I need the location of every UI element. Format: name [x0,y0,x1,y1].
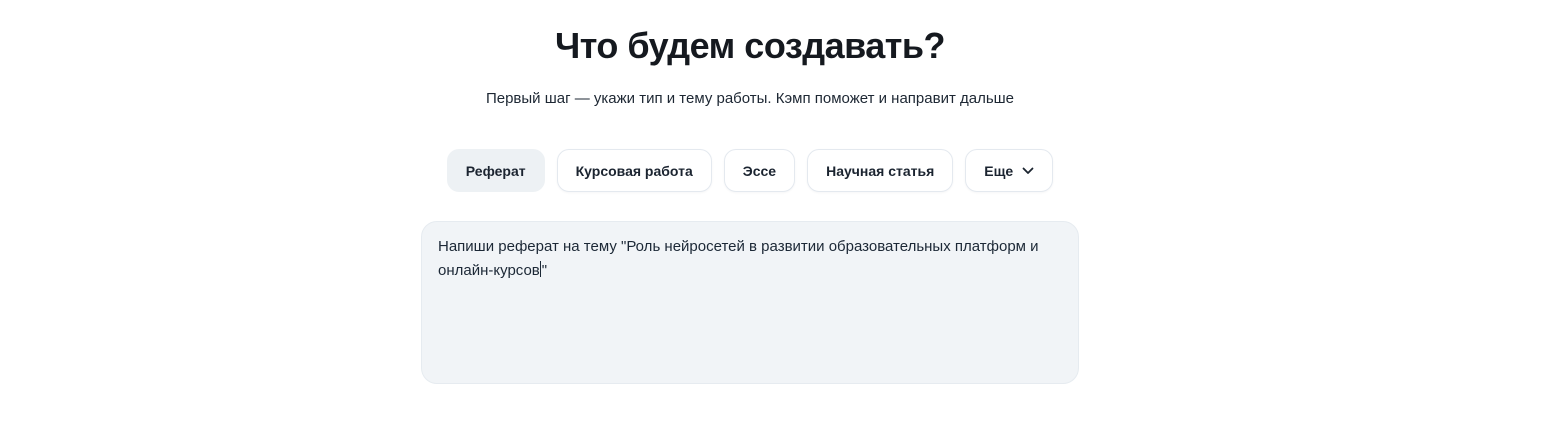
topic-text-before-caret: онлайн-курсов [438,262,540,279]
work-type-more-button[interactable]: Еще [965,149,1053,192]
topic-text-after-caret: " [542,262,547,279]
work-type-selector: Реферат Курсовая работа Эссе Научная ста… [447,149,1053,192]
more-button-label: Еще [984,163,1013,179]
work-type-chip-nauchnaya-statya[interactable]: Научная статья [807,149,953,192]
work-type-chip-referat[interactable]: Реферат [447,149,545,192]
topic-textarea[interactable]: Напиши реферат на тему "Роль нейросетей … [421,221,1079,384]
work-type-chip-esse[interactable]: Эссе [724,149,795,192]
page-title: Что будем создавать? [555,24,945,67]
create-work-panel: Что будем создавать? Первый шаг — укажи … [390,0,1110,384]
topic-text-line1: Напиши реферат на тему "Роль нейросетей … [438,235,1062,259]
page-subtitle: Первый шаг — укажи тип и тему работы. Кэ… [486,89,1014,109]
topic-text-line2: онлайн-курсов" [438,259,1062,283]
work-type-chip-kursovaya[interactable]: Курсовая работа [557,149,712,192]
chevron-down-icon [1022,167,1034,175]
